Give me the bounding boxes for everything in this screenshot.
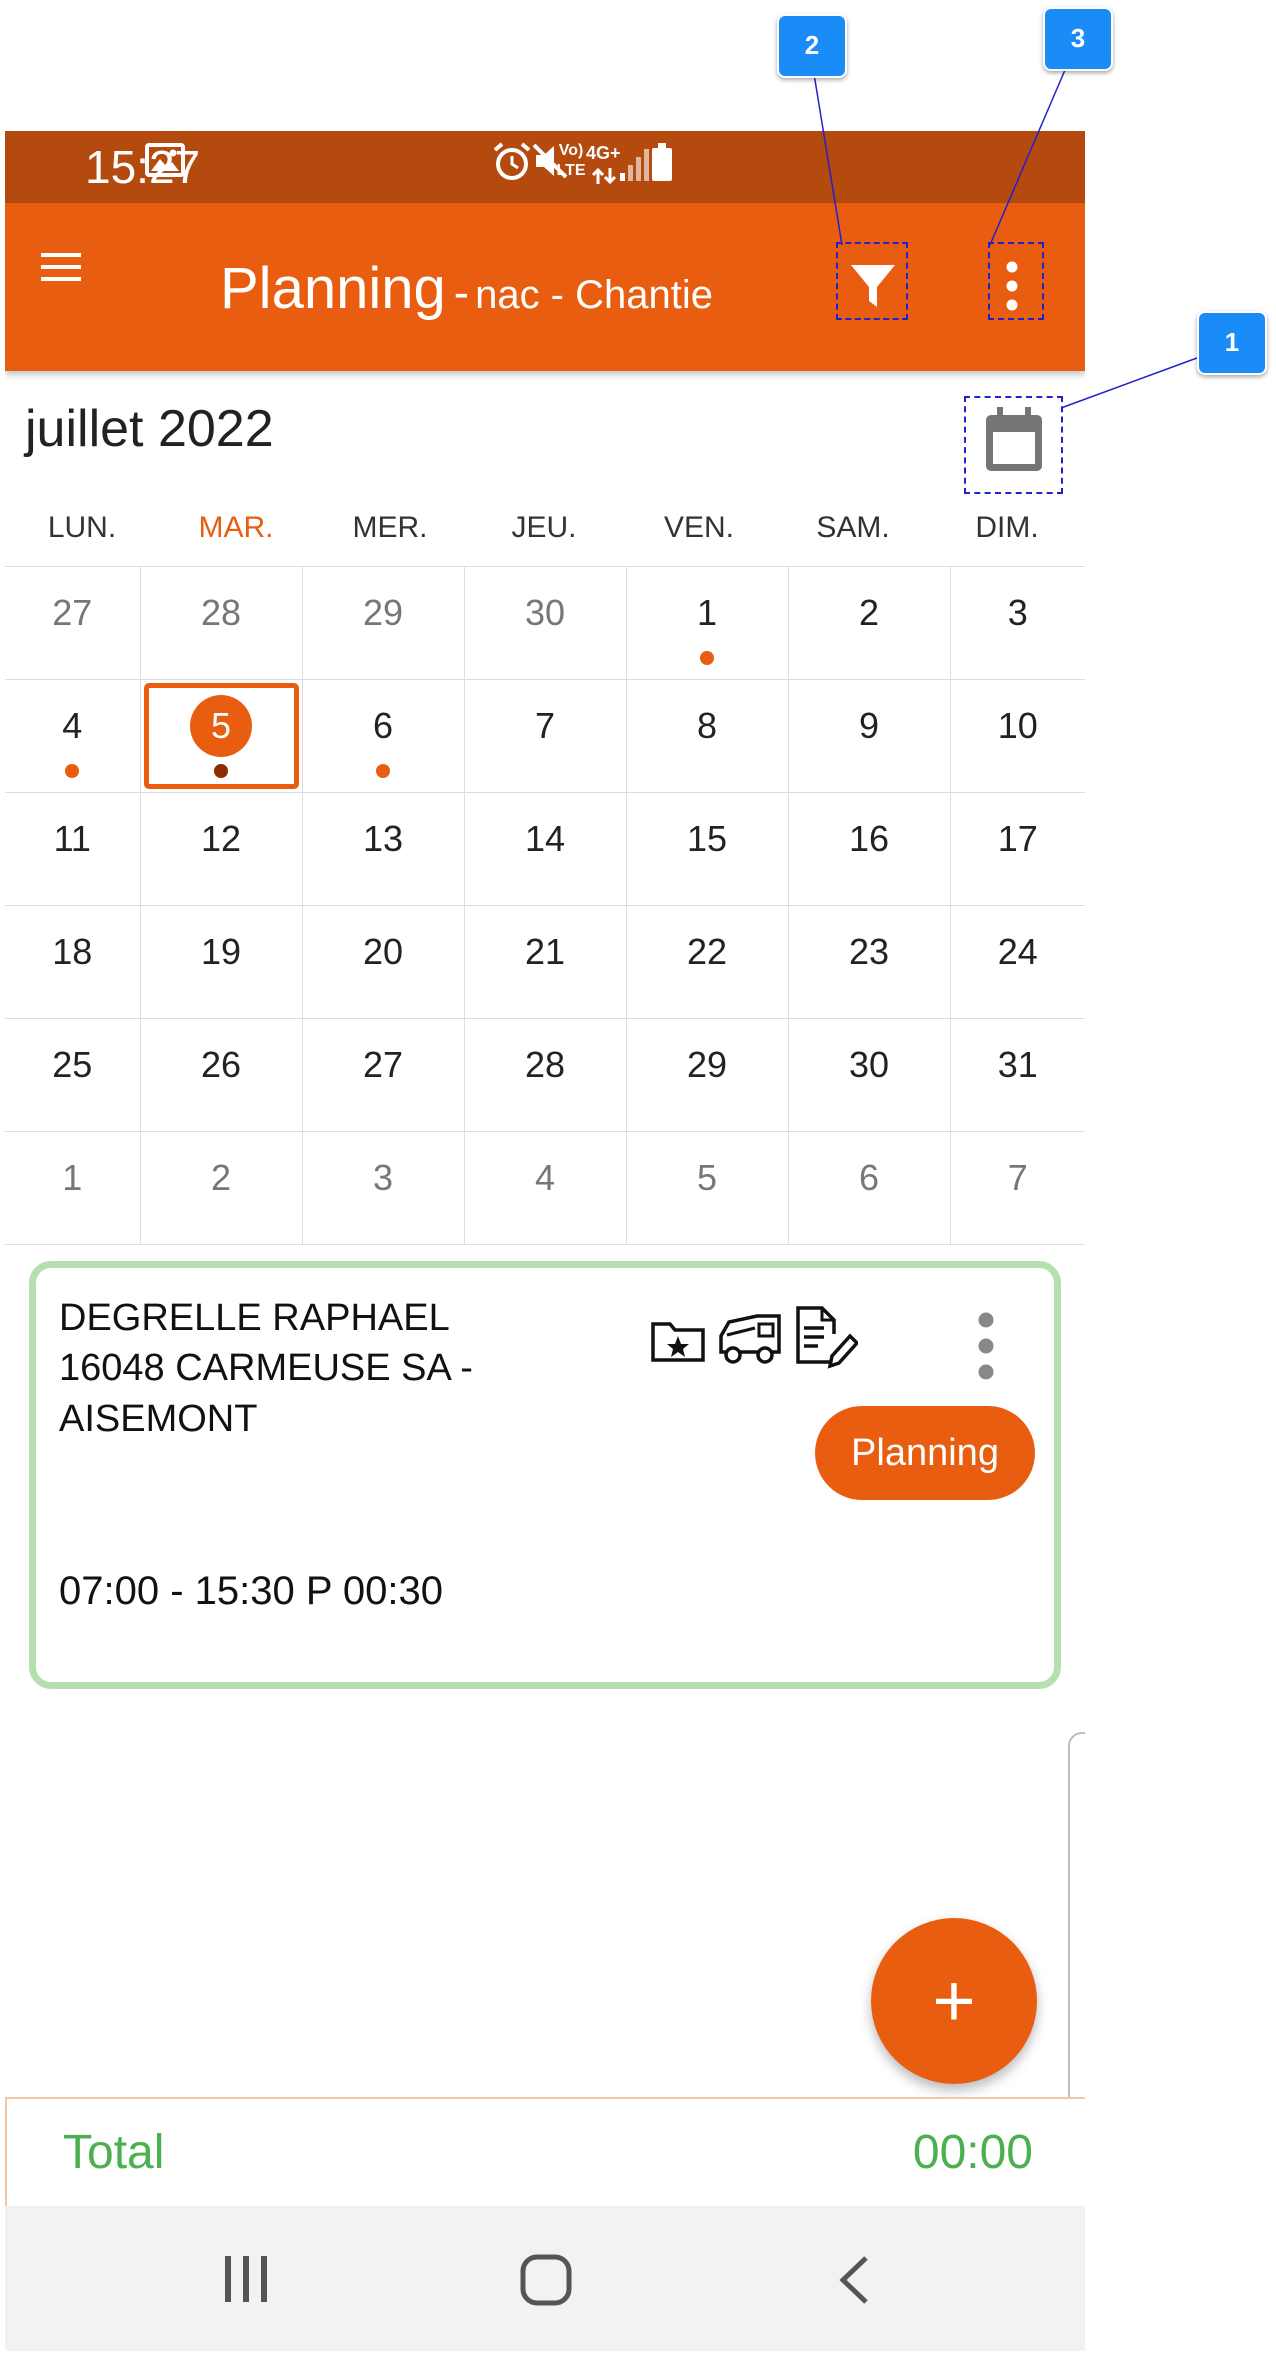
- callout-box-more: [988, 242, 1044, 320]
- callout-box-calendar: [964, 396, 1063, 494]
- callout-connector-lines: [813, 69, 1198, 409]
- callout-badge-1: 1: [1197, 311, 1267, 375]
- callout-badge-2: 2: [777, 14, 847, 78]
- callout-badge-3: 3: [1043, 7, 1113, 71]
- callout-box-filter: [836, 242, 908, 320]
